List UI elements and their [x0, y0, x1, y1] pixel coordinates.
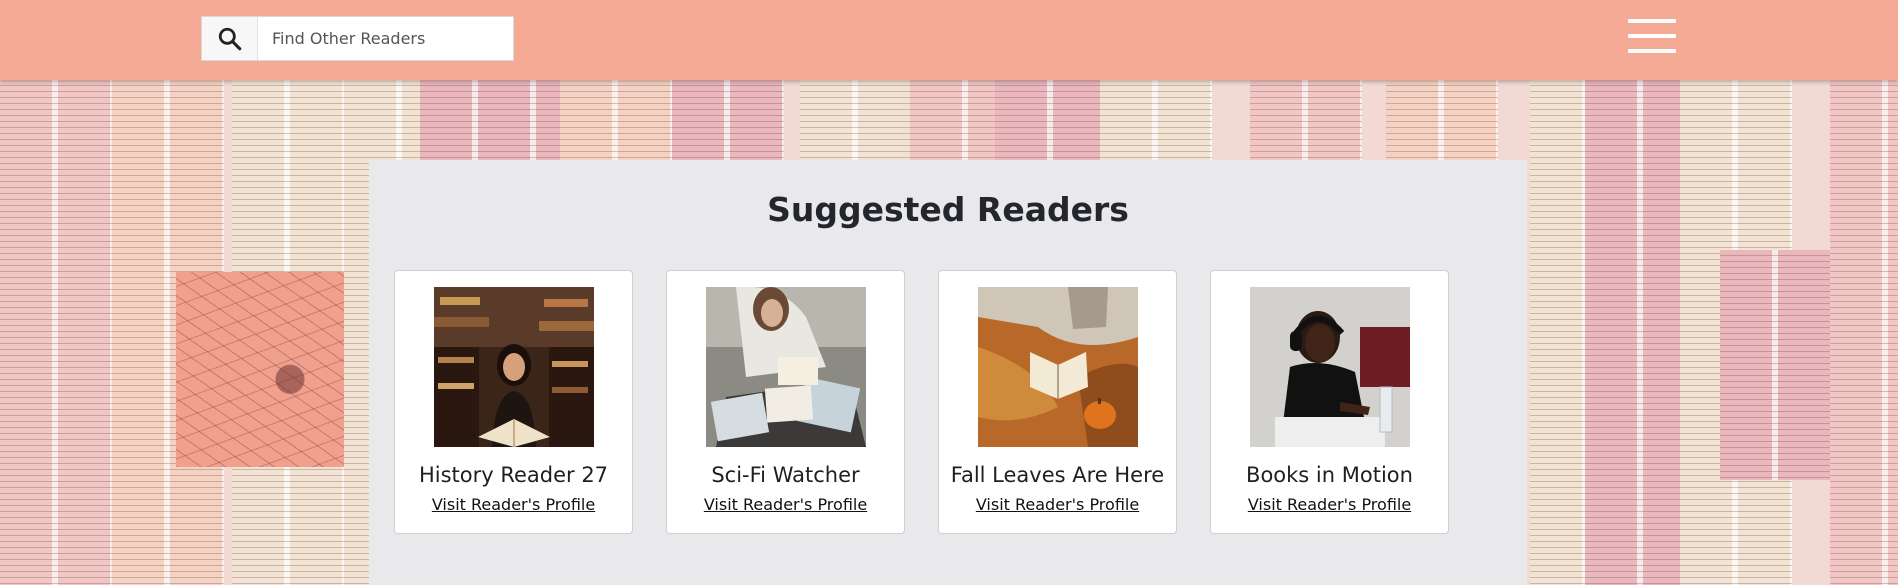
reader-card: Sci-Fi Watcher Visit Reader's Profile [666, 270, 905, 534]
reader-search [201, 16, 514, 61]
menu-button[interactable] [1628, 19, 1676, 53]
reader-avatar [434, 287, 594, 447]
reader-name: History Reader 27 [418, 463, 609, 487]
reader-name: Sci-Fi Watcher [711, 463, 860, 487]
reader-card: Fall Leaves Are Here Visit Reader's Prof… [938, 270, 1177, 534]
reader-name: Books in Motion [1246, 463, 1413, 487]
hamburger-menu-icon-bar [1628, 19, 1676, 23]
suggested-readers-panel: Suggested Readers History Reader 27 Visi… [369, 160, 1527, 585]
reader-avatar [978, 287, 1138, 447]
visit-profile-link[interactable]: Visit Reader's Profile [395, 495, 632, 514]
search-input[interactable] [258, 17, 513, 60]
search-button[interactable] [202, 17, 258, 60]
reader-avatar [1250, 287, 1410, 447]
reader-card: Books in Motion Visit Reader's Profile [1210, 270, 1449, 534]
reader-card: History Reader 27 Visit Reader's Profile [394, 270, 633, 534]
reader-cards: History Reader 27 Visit Reader's Profile [394, 270, 1449, 534]
reader-name: Fall Leaves Are Here [950, 463, 1165, 487]
top-header [0, 0, 1898, 80]
hamburger-menu-icon-bar [1628, 34, 1676, 38]
search-icon [218, 27, 241, 50]
hamburger-menu-icon-bar [1628, 49, 1676, 53]
visit-profile-link[interactable]: Visit Reader's Profile [939, 495, 1176, 514]
reader-avatar [706, 287, 866, 447]
panel-title: Suggested Readers [767, 190, 1129, 229]
visit-profile-link[interactable]: Visit Reader's Profile [667, 495, 904, 514]
visit-profile-link[interactable]: Visit Reader's Profile [1211, 495, 1448, 514]
